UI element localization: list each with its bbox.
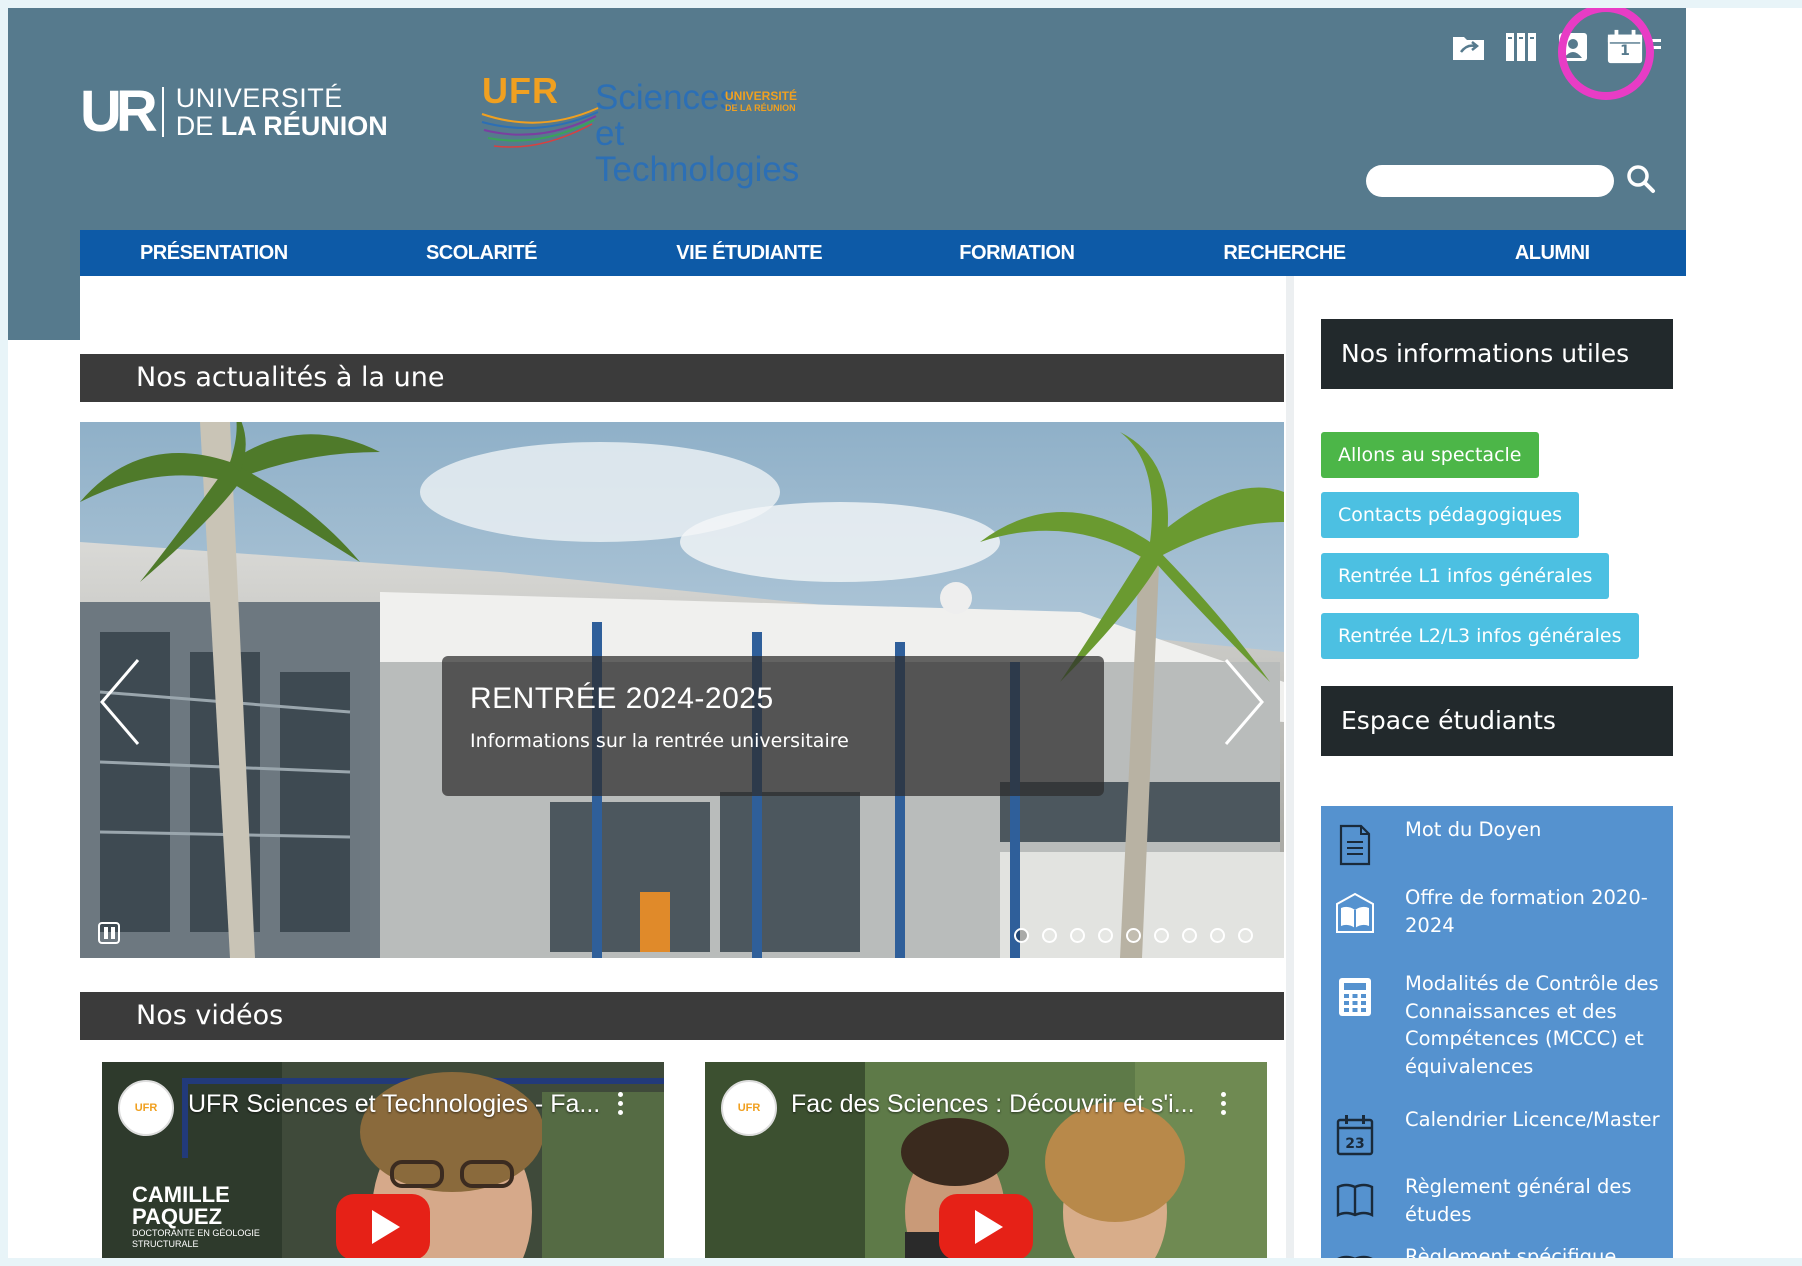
slider-pause-button[interactable] [98,922,120,944]
useful-info-title: Nos informations utiles [1321,319,1673,389]
video-1-caption-line2: PAQUEZ [132,1204,223,1229]
slider-dots [1014,928,1253,943]
slider-dot[interactable] [1014,928,1029,943]
rentree-l2-l3-button[interactable]: Rentrée L2/L3 infos générales [1321,613,1639,659]
nav-item-vie-etudiante[interactable]: VIE ÉTUDIANTE [615,230,883,276]
page-frame: UR UNIVERSITÉ DE LA RÉUNION UFR Sciences… [8,8,1802,1258]
calendar-icon-day: 23 [1345,1136,1365,1152]
student-item-label: Calendrier Licence/Master [1405,1108,1660,1131]
main-nav: PRÉSENTATION SCOLARITÉ VIE ÉTUDIANTE FOR… [80,230,1686,276]
open-book-icon [1336,892,1374,933]
slider-dot[interactable] [1154,928,1169,943]
video-1-person-caption: CAMILLE PAQUEZ DOCTORANTE EN GÉOLOGIE ST… [132,1184,260,1250]
book-icon [1336,1183,1374,1217]
student-space-title: Espace étudiants [1321,686,1673,756]
document-icon [1339,824,1371,866]
search-input[interactable] [1366,165,1614,197]
slider-dot[interactable] [1098,928,1113,943]
video-menu-icon-1[interactable] [618,1092,624,1119]
slider-prev-arrow[interactable] [92,652,152,752]
nav-item-formation[interactable]: FORMATION [883,230,1151,276]
university-logo-line2-bold: LA RÉUNION [220,111,388,141]
ufr-logo[interactable]: UFR Sciences et Technologies UNIVERSITÉ DE… [480,70,830,188]
news-slider[interactable]: RENTRÉE 2024-2025 Informations sur la re… [80,422,1284,958]
video-menu-icon-2[interactable] [1221,1092,1227,1119]
slide-title: RENTRÉE 2024-2025 [470,682,774,715]
university-logo-line1: UNIVERSITÉ [175,82,343,113]
student-item-label: Règlement spécifique [1405,1245,1617,1258]
allons-au-spectacle-button[interactable]: Allons au spectacle [1321,432,1539,478]
book-icon [1337,1255,1373,1258]
video-title-2: Fac des Sciences : Découvrir et s'i... [791,1090,1195,1118]
ufr-logo-line2: et Technologies [595,114,800,189]
search-bar [1366,164,1656,198]
youtube-play-icon-1[interactable] [336,1194,430,1258]
logo-divider [161,87,164,137]
news-section-title: Nos actualités à la une [80,354,1284,402]
contacts-pedagogiques-button[interactable]: Contacts pédagogiques [1321,492,1580,538]
video-1-caption-line3: DOCTORANTE EN GÉOLOGIE [132,1228,260,1238]
ufr-logo-university: UNIVERSITÉ DE LA RÉUNION [725,90,797,114]
university-logo[interactable]: UR UNIVERSITÉ DE LA RÉUNION [80,83,388,141]
student-item-label: Mot du Doyen [1405,818,1542,841]
slider-dot[interactable] [1182,928,1197,943]
student-item-label: Règlement général des études [1405,1175,1632,1226]
university-logo-text: UNIVERSITÉ DE LA RÉUNION [175,82,388,141]
ufr-logo-univ: UNIVERSITÉ [725,89,798,103]
slider-next-arrow[interactable] [1212,652,1272,752]
slider-dot[interactable] [1070,928,1085,943]
video-card-2[interactable]: UFR Fac des Sciences : Découvrir et s'i.… [705,1062,1267,1258]
library-icon[interactable] [1502,28,1540,66]
student-item-label: Offre de formation 2020-2024 [1405,886,1648,937]
rentree-l1-button[interactable]: Rentrée L1 infos générales [1321,553,1610,599]
nav-item-presentation[interactable]: PRÉSENTATION [80,230,348,276]
slide-caption[interactable]: RENTRÉE 2024-2025 Informations sur la re… [442,656,1104,796]
nav-item-scolarite[interactable]: SCOLARITÉ [348,230,616,276]
column-divider [1286,276,1294,1258]
search-icon[interactable] [1626,164,1656,198]
video-card-1[interactable]: UFR UFR Sciences et Technologies - Fa...… [102,1062,664,1258]
nav-item-recherche[interactable]: RECHERCHE [1151,230,1419,276]
video-1-caption-line4: STRUCTURALE [132,1239,199,1249]
nav-item-alumni[interactable]: ALUMNI [1418,230,1686,276]
highlight-circle-annotation [1558,8,1654,100]
ufr-logo-univ-small: DE LA RÉUNION [725,103,796,113]
student-space-list: Mot du Doyen Offre de formation 2020-202… [1321,806,1673,1258]
video-title-1: UFR Sciences et Technologies - Fa... [188,1090,601,1118]
video-1-caption-line1: CAMILLE [132,1182,230,1207]
calculator-icon [1339,978,1371,1016]
youtube-play-icon-2[interactable] [939,1194,1033,1258]
folder-share-icon[interactable] [1450,28,1488,66]
student-item-label: Modalités de Contrôle des Connaissances … [1405,972,1659,1078]
university-logo-line2-prefix: DE [175,111,221,141]
university-logo-line2: DE LA RÉUNION [176,112,388,140]
videos-section-title: Nos vidéos [80,992,1284,1040]
ufr-logo-line1: Sciences [595,78,738,117]
slider-dot[interactable] [1238,928,1253,943]
slider-dot[interactable] [1210,928,1225,943]
channel-avatar-1: UFR [118,1080,174,1136]
slider-dot[interactable] [1042,928,1057,943]
channel-avatar-2: UFR [721,1080,777,1136]
slide-subtitle: Informations sur la rentrée universitair… [470,730,849,752]
ufr-logo-swoosh [481,107,599,148]
university-logo-mark: UR [80,79,158,144]
slider-dot[interactable] [1126,928,1141,943]
